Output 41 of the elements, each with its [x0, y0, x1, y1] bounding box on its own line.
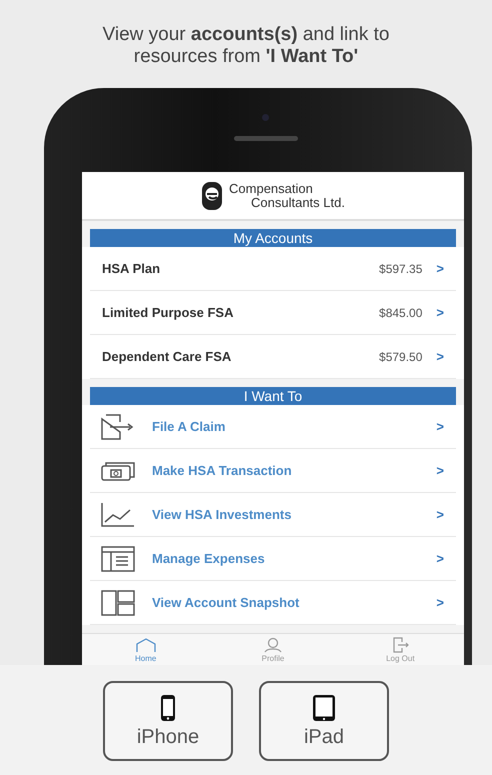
home-icon [134, 636, 157, 653]
section-header: My Accounts [90, 229, 456, 248]
action-label: File A Claim [151, 419, 226, 434]
chevron-icon: > [436, 419, 444, 434]
device-button[interactable]: iPhone [103, 681, 233, 761]
company-name: Compensation [229, 182, 314, 196]
profile-icon [262, 636, 284, 653]
chevron-icon: > [436, 261, 444, 276]
banknote-icon [100, 460, 136, 482]
action-label: Manage Expenses [151, 551, 266, 566]
headline: View your accounts(s) and link to resources from 'I Want To' [102, 24, 390, 68]
tablet-icon [312, 694, 336, 722]
action-label: Make HSA Transaction [151, 463, 293, 478]
chevron-icon: > [436, 305, 444, 320]
action-label: View HSA Investments [151, 507, 292, 522]
account-balance: $845.00 [379, 306, 422, 320]
chevron-icon: > [436, 507, 444, 522]
ledger-icon [100, 546, 136, 572]
account-balance: $597.35 [379, 262, 422, 276]
account-name: HSA Plan [102, 261, 162, 276]
line-chart-icon [100, 502, 136, 528]
company-name: Consultants Ltd. [251, 196, 345, 210]
tab-item[interactable]: Log Out [336, 634, 464, 665]
account-name: Limited Purpose FSA [102, 305, 234, 320]
device-button[interactable]: iPad [259, 681, 389, 761]
tab-item[interactable]: Home [82, 634, 210, 665]
section-header: I Want To [90, 387, 456, 406]
document-arrow-icon [100, 414, 136, 440]
speaker-icon [234, 136, 298, 141]
smartphone-icon [160, 694, 176, 722]
panels-icon [100, 590, 136, 616]
chevron-icon: > [436, 551, 444, 566]
tab-item[interactable]: Profile [209, 634, 337, 665]
action-label: View Account Snapshot [151, 595, 300, 610]
account-name: Dependent Care FSA [102, 349, 232, 364]
account-balance: $579.50 [379, 350, 422, 364]
chevron-icon: > [436, 349, 444, 364]
chevron-icon: > [436, 595, 444, 610]
chevron-icon: > [436, 463, 444, 478]
company-logo [201, 180, 224, 211]
camera-icon [262, 114, 269, 121]
